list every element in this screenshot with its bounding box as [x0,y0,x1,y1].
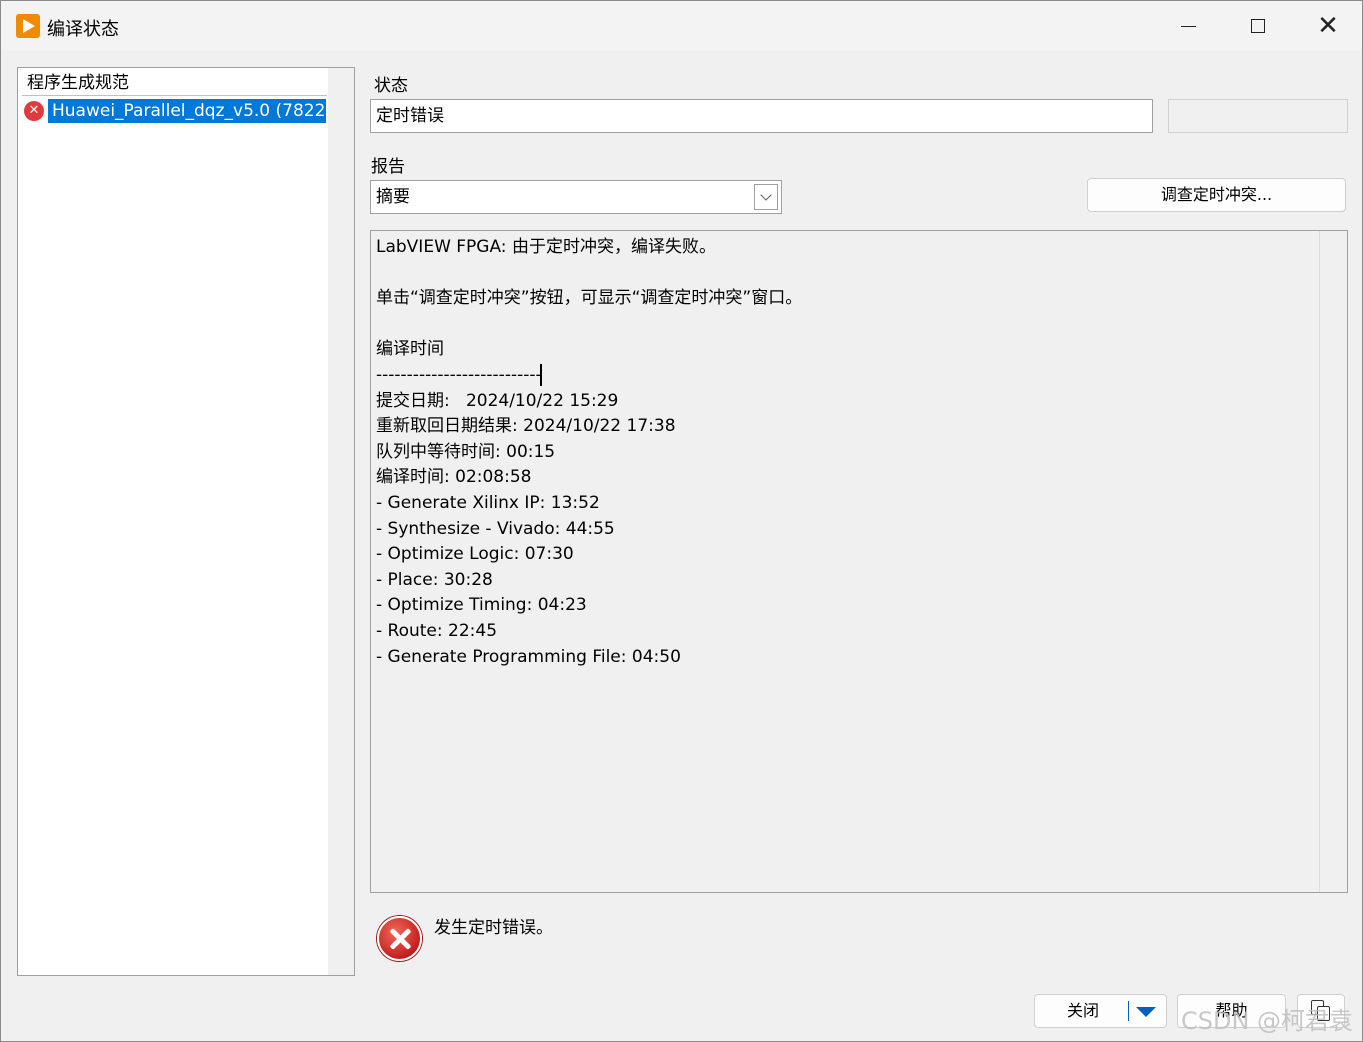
report-line: 提交日期: 2024/10/22 15:29 [376,390,619,411]
labview-app-icon [16,14,40,38]
dropdown-button[interactable] [754,184,778,210]
report-line: - Place: 30:28 [376,569,493,590]
minimize-button[interactable] [1153,1,1223,51]
close-window-button[interactable]: ✕ [1293,1,1363,51]
list-scrollbar[interactable] [328,68,354,975]
dropdown-arrow-icon[interactable] [1136,1007,1156,1017]
report-line: - Route: 22:45 [376,620,498,641]
build-spec-list[interactable]: 程序生成规范 ✕ Huawei_Parallel_dqz_v5.0 (7822 [17,67,355,976]
report-line: 编译时间 [376,339,444,360]
report-scrollbar[interactable] [1319,231,1347,892]
report-line: 单击“调查定时冲突”按钮，可显示“调查定时冲突”窗口。 [376,288,803,309]
minimize-icon [1180,25,1196,27]
build-spec-header: 程序生成规范 [22,70,327,96]
compile-status-window: 编译状态 ✕ 程序生成规范 ✕ Huawei_Parallel_dqz_v5.0… [0,0,1363,1042]
report-line: --------------------------- [376,363,542,386]
close-button[interactable]: 关闭 [1034,994,1167,1028]
error-message: 发生定时错误。 [434,918,553,938]
report-line: - Generate Xilinx IP: 13:52 [376,492,600,513]
report-line: 重新取回日期结果: 2024/10/22 17:38 [376,416,676,437]
report-text-area[interactable]: LabVIEW FPGA: 由于定时冲突，编译失败。单击“调查定时冲突”按钮，可… [370,230,1348,893]
close-icon: ✕ [1317,11,1339,41]
maximize-icon [1251,19,1265,33]
text-cursor [539,363,542,386]
build-spec-item-label: Huawei_Parallel_dqz_v5.0 (7822 [48,98,326,123]
report-line: 编译时间: 02:08:58 [376,467,532,488]
close-button-label: 关闭 [1067,1001,1100,1020]
title-bar[interactable]: 编译状态 ✕ [1,1,1362,51]
report-line: LabVIEW FPGA: 由于定时冲突，编译失败。 [376,237,716,257]
status-label: 状态 [374,76,408,96]
maximize-button[interactable] [1223,1,1293,51]
build-spec-item[interactable]: ✕ Huawei_Parallel_dqz_v5.0 (7822 [24,98,326,123]
report-line: - Optimize Timing: 04:23 [376,595,587,616]
report-line: 队列中等待时间: 00:15 [376,441,556,462]
report-type-value: 摘要 [376,187,410,207]
watermark: CSDN @柯君袁 [1181,1007,1354,1035]
report-line [376,312,802,338]
report-type-select[interactable]: 摘要 [370,180,782,214]
investigate-timing-button[interactable]: 调查定时冲突... [1087,178,1346,212]
error-icon-large [377,916,422,961]
window-title: 编译状态 [47,19,119,40]
report-line: - Synthesize - Vivado: 44:55 [376,518,615,539]
report-line: - Optimize Logic: 07:30 [376,544,574,565]
chevron-down-icon [760,189,772,201]
report-line [376,261,802,287]
error-icon: ✕ [24,100,44,121]
status-field: 定时错误 [370,99,1153,133]
report-label: 报告 [371,157,405,177]
report-line: - Generate Programming File: 04:50 [376,646,681,667]
status-progress-field [1168,99,1348,133]
split-divider [1128,1001,1129,1021]
report-lines: LabVIEW FPGA: 由于定时冲突，编译失败。单击“调查定时冲突”按钮，可… [376,235,802,670]
